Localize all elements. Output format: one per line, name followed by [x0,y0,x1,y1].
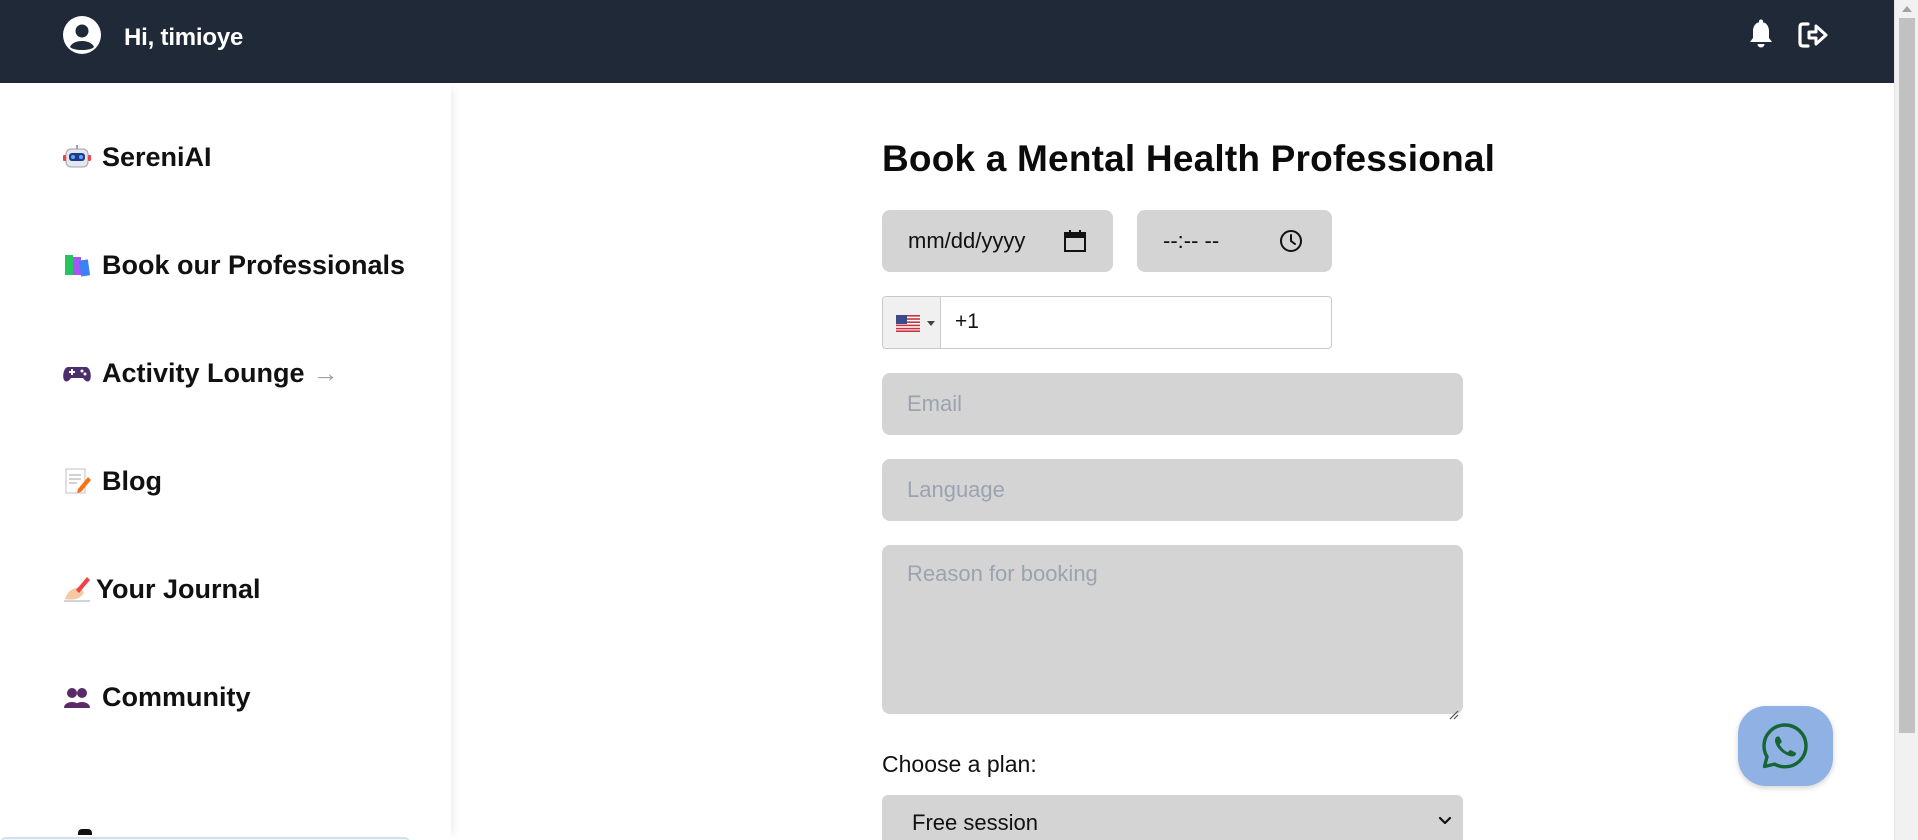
plan-selected-value: Free session [912,810,1038,835]
chevron-down-icon [927,321,935,326]
sidebar-item-label: Your Journal [96,573,261,604]
email-field[interactable]: Email [882,373,1463,435]
time-input[interactable]: --:-- -- [1137,210,1332,272]
sidebar-item-sereniai[interactable]: SereniAI [62,137,212,177]
phone-prefix: +1 [955,310,979,333]
memo-icon [62,466,92,496]
country-selector[interactable] [883,297,941,348]
sidebar-item-label: Blog [102,465,162,496]
clock-icon[interactable] [1278,228,1304,254]
user-circle-icon[interactable] [63,16,101,54]
sidebar-item-blog[interactable]: Blog [62,461,162,501]
people-icon [62,682,92,712]
books-icon [62,250,92,280]
page-title: Book a Mental Health Professional [882,138,1496,179]
calendar-icon[interactable] [1062,228,1088,254]
phone-input[interactable]: +1 [882,296,1332,349]
sidebar-item-community[interactable]: Community [62,677,251,717]
sidebar-item-label: Book our Professionals [102,249,406,280]
sidebar-item-label: Community [102,681,251,712]
sidebar-item-activity-lounge[interactable]: Activity Lounge → [62,353,339,393]
time-placeholder: --:-- -- [1163,228,1220,253]
page-scrollbar[interactable] [1894,0,1918,840]
game-controller-icon [62,358,92,388]
chevron-down-icon [1437,812,1453,828]
date-input[interactable]: mm/dd/yyyy [882,210,1113,272]
user-greeting: Hi, timioye [124,24,244,51]
arrow-right-icon: → [312,357,339,388]
plan-label: Choose a plan: [882,751,1037,777]
us-flag-icon [896,315,920,337]
sidebar-item-journal[interactable]: Your Journal [62,569,261,609]
sidebar-item-label: Activity Lounge [102,357,305,388]
plan-select[interactable]: Free session [882,795,1463,840]
booking-page: Hi, timioye SereniAI Book our Profession… [0,0,1918,840]
date-placeholder: mm/dd/yyyy [908,228,1026,253]
whatsapp-button[interactable] [1738,706,1833,786]
sidebar-partial-icon [78,829,92,835]
scroll-up-arrow[interactable] [1902,6,1912,12]
email-placeholder: Email [907,391,963,416]
writing-hand-icon [62,574,92,604]
robot-icon [62,142,92,172]
reason-placeholder: Reason for booking [907,561,1098,586]
bell-icon[interactable] [1744,18,1778,52]
top-bar: Hi, timioye [0,0,1894,83]
resize-handle-icon[interactable] [1449,700,1459,720]
sidebar-item-label: SereniAI [102,141,212,172]
language-placeholder: Language [907,477,1005,502]
language-field[interactable]: Language [882,459,1463,521]
sidebar: SereniAI Book our Professionals Activity… [0,83,451,840]
scroll-thumb[interactable] [1899,18,1915,733]
sidebar-item-book-professionals[interactable]: Book our Professionals [62,245,405,285]
reason-textarea[interactable]: Reason for booking [882,545,1463,720]
logout-icon[interactable] [1795,18,1829,52]
